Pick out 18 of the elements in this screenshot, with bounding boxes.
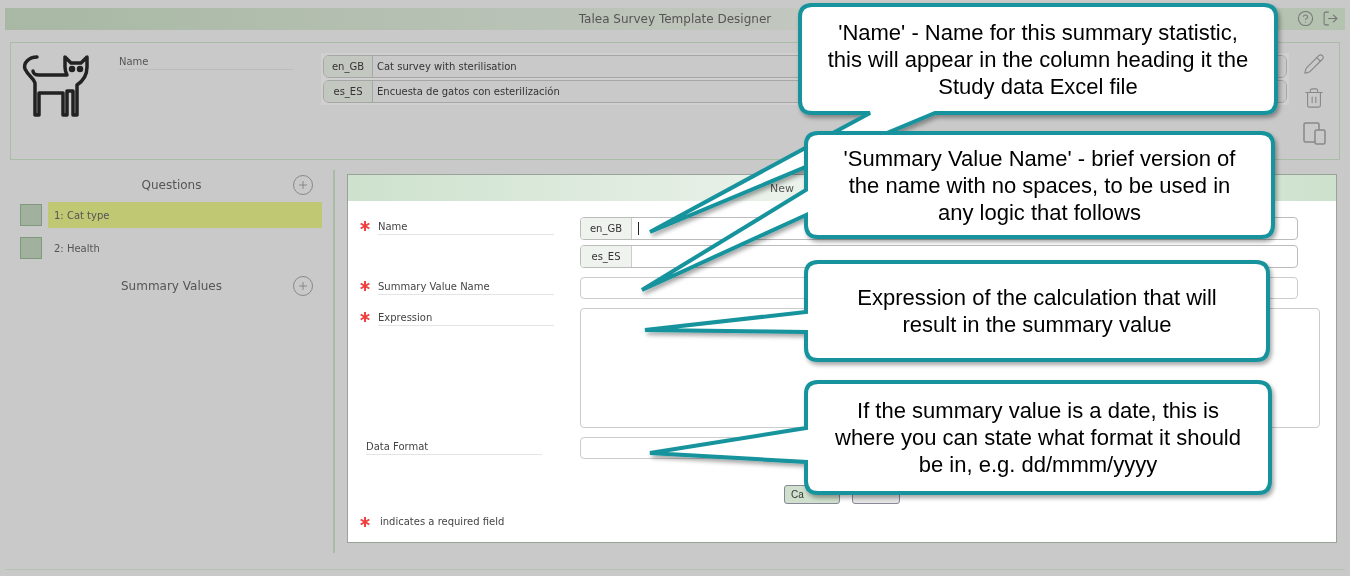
section-title: Questions — [141, 178, 202, 192]
language-code: es_ES — [324, 81, 373, 102]
callout-text: 'Name' - Name for this summary statistic, this will appear in the column heading it the Study data Excel file — [826, 18, 1250, 100]
field-label: Name — [378, 221, 554, 235]
dialog-title: New — [770, 181, 794, 195]
callout-text: 'Summary Value Name' - brief version of the name with no spaces, to be used in any logic that follows — [842, 144, 1237, 226]
section-title: Summary Values — [121, 279, 222, 293]
window-title: Talea Survey Template Designer — [578, 12, 772, 26]
language-code: en_GB — [581, 218, 632, 239]
field-label: Summary Value Name — [378, 281, 554, 295]
field-label: Expression — [378, 312, 554, 326]
callout-text: If the summary value is a date, this is where you can state what format it should be in, e.g. dd/mmm/yyyy — [834, 397, 1242, 478]
language-code: es_ES — [581, 246, 632, 267]
legend-text: indicates a required field — [380, 516, 505, 527]
field-label: Name — [119, 56, 293, 70]
field-label: Data Format — [366, 441, 542, 455]
callout-text: Expression of the calculation that will result in the summary value — [856, 284, 1218, 338]
language-code: en_GB — [324, 56, 373, 77]
